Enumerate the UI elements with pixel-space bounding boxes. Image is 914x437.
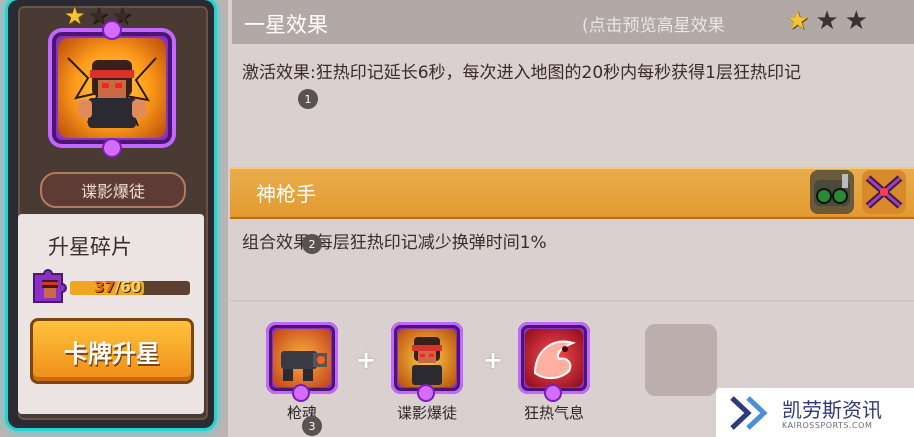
- plus-icon: +: [483, 346, 504, 374]
- fragment-count: 37/60: [94, 278, 141, 296]
- requirement-card-1[interactable]: [266, 322, 338, 400]
- preview-higher-stars-link[interactable]: (点击预览高星效果: [582, 11, 725, 36]
- gem-icon: [419, 386, 433, 400]
- fragment-total: 60: [120, 278, 142, 296]
- section-divider: [230, 300, 914, 302]
- watermark: 凯劳斯资讯 KAIROSSPORTS.COM: [716, 388, 914, 437]
- gem-icon: [294, 386, 308, 400]
- crossed-guns-icon[interactable]: [862, 170, 906, 214]
- header-star-rating[interactable]: ★ ★ ★: [786, 8, 868, 34]
- requirement-label-3: 狂热气息: [523, 404, 584, 422]
- set-name: 神枪手: [256, 182, 316, 206]
- effect-title: 一星效果: [244, 13, 328, 37]
- gem-icon: [546, 386, 560, 400]
- marker-1: 1: [298, 89, 318, 109]
- combo-effect-text: 组合效果:每层狂热印记减少换弹时间1%: [242, 233, 547, 253]
- star-filled-icon: ★: [786, 6, 810, 36]
- star-empty-icon: ★: [844, 6, 868, 36]
- goggles-icon[interactable]: [810, 170, 854, 214]
- brand-logo-icon: [730, 396, 768, 430]
- marker-3: 3: [302, 416, 322, 436]
- empty-requirement-slot: [645, 324, 717, 396]
- gem-icon: [104, 140, 120, 156]
- requirement-card-2[interactable]: [391, 322, 463, 400]
- gem-icon: [104, 22, 120, 38]
- ninja-portrait-icon: [398, 329, 456, 387]
- watermark-title: 凯劳斯资讯: [782, 398, 882, 422]
- activation-effect-text: 激活效果:狂热印记延长6秒，每次进入地图的20秒内每秒获得1层狂热印记: [242, 63, 801, 83]
- plus-icon: +: [356, 346, 377, 374]
- fragment-current: 37: [94, 278, 115, 296]
- marker-2: 2: [302, 234, 322, 254]
- star-filled-icon: ★: [64, 2, 86, 30]
- hero-portrait[interactable]: [48, 22, 176, 156]
- ninja-portrait-icon: [58, 38, 166, 138]
- card-star-rating: ★ ★ ★: [64, 4, 133, 28]
- card-upgrade-button[interactable]: 卡牌升星: [30, 318, 194, 384]
- requirement-label-2: 谍影爆徒: [396, 404, 457, 422]
- fragment-title: 升星碎片: [48, 235, 132, 259]
- star-empty-icon: ★: [815, 6, 839, 36]
- watermark-subtitle: KAIROSSPORTS.COM: [782, 421, 873, 430]
- cannon-icon: [273, 329, 331, 387]
- fire-dragon-icon: [525, 329, 583, 387]
- requirement-label-1: 枪魂: [286, 404, 317, 422]
- puzzle-fragment-icon: [30, 266, 70, 304]
- requirement-card-3[interactable]: [518, 322, 590, 400]
- hero-name-plate: 谍影爆徒: [40, 172, 186, 208]
